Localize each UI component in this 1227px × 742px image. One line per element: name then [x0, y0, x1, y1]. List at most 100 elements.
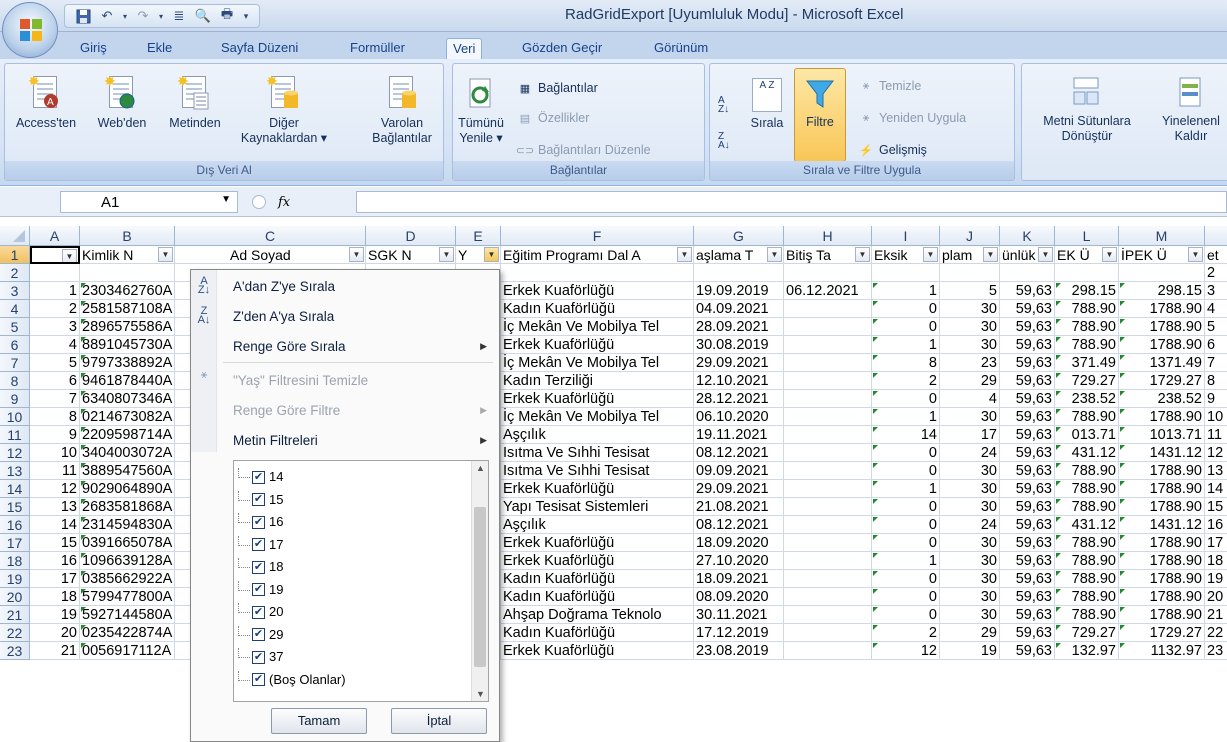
cell-i[interactable]: 1 — [872, 552, 940, 570]
varolan-baglantilar-button[interactable]: Varolan Bağlantılar — [361, 74, 443, 146]
row-header[interactable]: 10 — [0, 408, 30, 426]
cell-n[interactable]: 11 — [1205, 426, 1227, 444]
cell-j[interactable]: 30 — [940, 552, 1000, 570]
cell-h[interactable] — [784, 570, 872, 588]
cell-k[interactable]: 59,63 — [1000, 390, 1055, 408]
filter-value-item[interactable]: ✔ 18 — [238, 557, 283, 577]
cell-n[interactable]: 2 — [1205, 264, 1227, 282]
column-header-k[interactable]: K — [1000, 226, 1055, 246]
cell-h[interactable] — [784, 336, 872, 354]
cell-j[interactable]: 30 — [940, 318, 1000, 336]
cell-f[interactable]: Kadın Kuaförlüğü — [501, 570, 694, 588]
cell-l[interactable]: 132.97 — [1055, 642, 1119, 660]
cell-l[interactable] — [1055, 264, 1119, 282]
header-cell-g[interactable]: aşlama T ▼ — [694, 246, 784, 264]
column-header-a[interactable]: A — [30, 226, 80, 246]
cell-f[interactable]: İç Mekân Ve Mobilya Tel — [501, 354, 694, 372]
cell-i[interactable]: 12 — [872, 642, 940, 660]
chevron-down-icon[interactable]: ▾ — [121, 7, 129, 25]
cell-k[interactable] — [1000, 264, 1055, 282]
cell-a[interactable]: 20 — [30, 624, 80, 642]
cell-j[interactable]: 24 — [940, 444, 1000, 462]
cell-k[interactable]: 59,63 — [1000, 444, 1055, 462]
chevron-down-icon[interactable]: ▾ — [157, 7, 165, 25]
cell-a[interactable]: 18 — [30, 588, 80, 606]
cell-g[interactable]: 09.09.2021 — [694, 462, 784, 480]
cell-b[interactable]: 0214673082A — [80, 408, 175, 426]
cell-m[interactable]: 1788.90 — [1119, 588, 1205, 606]
cell-k[interactable]: 59,63 — [1000, 282, 1055, 300]
tab-veri[interactable]: Veri — [446, 38, 483, 59]
cell-a[interactable]: 12 — [30, 480, 80, 498]
cell-m[interactable]: 1788.90 — [1119, 480, 1205, 498]
cell-m[interactable]: 1788.90 — [1119, 534, 1205, 552]
cell-k[interactable]: 59,63 — [1000, 336, 1055, 354]
cell-f[interactable]: Ahşap Doğrama Teknolo — [501, 606, 694, 624]
checkbox[interactable]: ✔ — [252, 605, 265, 619]
cell-k[interactable]: 59,63 — [1000, 300, 1055, 318]
tab-formuller[interactable]: Formüller — [344, 38, 411, 59]
cell-k[interactable]: 59,63 — [1000, 588, 1055, 606]
scroll-up-icon[interactable]: ▲ — [472, 463, 489, 473]
column-header-d[interactable]: D — [366, 226, 456, 246]
yinelenenleri-kaldir-button[interactable]: Yinelenenl Kaldır — [1146, 76, 1227, 144]
cell-g[interactable]: 30.08.2019 — [694, 336, 784, 354]
cell-a[interactable]: 21 — [30, 642, 80, 660]
cell-b[interactable]: 2303462760A — [80, 282, 175, 300]
cell-a[interactable]: 1 — [30, 282, 80, 300]
cell-a[interactable]: 4 — [30, 336, 80, 354]
row-header[interactable]: 14 — [0, 480, 30, 498]
row-header[interactable]: 7 — [0, 354, 30, 372]
cell-h[interactable] — [784, 642, 872, 660]
cell-k[interactable]: 59,63 — [1000, 552, 1055, 570]
filter-value-item[interactable]: ✔ 14 — [238, 467, 283, 487]
cell-m[interactable]: 1371.49 — [1119, 354, 1205, 372]
cell-h[interactable] — [784, 588, 872, 606]
redo-icon[interactable]: ↷ — [133, 7, 153, 25]
tumunu-yenile-button[interactable]: Tümünü Yenile ▾ — [455, 78, 507, 146]
cell-i[interactable]: 0 — [872, 588, 940, 606]
cell-b[interactable]: 2896575586A — [80, 318, 175, 336]
cell-h[interactable] — [784, 390, 872, 408]
cell-b[interactable]: 0391665078A — [80, 534, 175, 552]
cell-h[interactable] — [784, 372, 872, 390]
header-cell-n[interactable]: et — [1205, 246, 1227, 264]
scrollbar[interactable]: ▲ ▼ — [471, 461, 488, 701]
cell-n[interactable]: 5 — [1205, 318, 1227, 336]
checkbox[interactable]: ✔ — [252, 583, 265, 596]
cell-j[interactable]: 23 — [940, 354, 1000, 372]
cell-g[interactable]: 18.09.2020 — [694, 534, 784, 552]
format-icon[interactable]: ≣ — [169, 7, 189, 25]
cell-f[interactable]: Erkek Kuaförlüğü — [501, 534, 694, 552]
cell-b[interactable] — [80, 264, 175, 282]
menu-text-filters[interactable]: Metin Filtreleri ▶ — [191, 428, 499, 453]
cell-n[interactable]: 16 — [1205, 516, 1227, 534]
cell-l[interactable]: 788.90 — [1055, 534, 1119, 552]
metin-button[interactable]: ✸ Metinden — [157, 74, 233, 131]
save-icon[interactable] — [73, 7, 93, 25]
cell-h[interactable] — [784, 444, 872, 462]
cell-m[interactable]: 238.52 — [1119, 390, 1205, 408]
cell-j[interactable]: 30 — [940, 606, 1000, 624]
cell-g[interactable]: 08.12.2021 — [694, 516, 784, 534]
print-preview-icon[interactable]: 🔍 — [193, 7, 213, 25]
header-cell-k[interactable]: ünlük ▼ — [1000, 246, 1055, 264]
baglantilar-button[interactable]: ▦ Bağlantılar — [517, 80, 598, 96]
customize-qat-icon[interactable]: ▾ — [241, 7, 251, 25]
cancel-button[interactable]: İptal — [391, 708, 487, 734]
cell-l[interactable]: 788.90 — [1055, 336, 1119, 354]
cell-g[interactable]: 30.11.2021 — [694, 606, 784, 624]
cell-g[interactable]: 12.10.2021 — [694, 372, 784, 390]
menu-clear-filter[interactable]: ⚹ "Yaş" Filtresini Temizle — [191, 368, 499, 393]
header-cell-m[interactable]: İPEK Ü ▼ — [1119, 246, 1205, 264]
cell-k[interactable]: 59,63 — [1000, 462, 1055, 480]
cell-g[interactable]: 29.09.2021 — [694, 354, 784, 372]
cell-j[interactable]: 30 — [940, 498, 1000, 516]
cell-m[interactable]: 1431.12 — [1119, 516, 1205, 534]
sort-za-small-button[interactable]: Z A↓ — [718, 132, 730, 151]
cell-b[interactable]: 2581587108A — [80, 300, 175, 318]
sirala-button[interactable]: A Z Sırala — [744, 78, 790, 131]
header-cell-b[interactable]: Kimlik N ▼ — [80, 246, 175, 264]
cell-f[interactable]: Isıtma Ve Sıhhi Tesisat — [501, 462, 694, 480]
tab-sayfa-duzeni[interactable]: Sayfa Düzeni — [215, 38, 304, 59]
